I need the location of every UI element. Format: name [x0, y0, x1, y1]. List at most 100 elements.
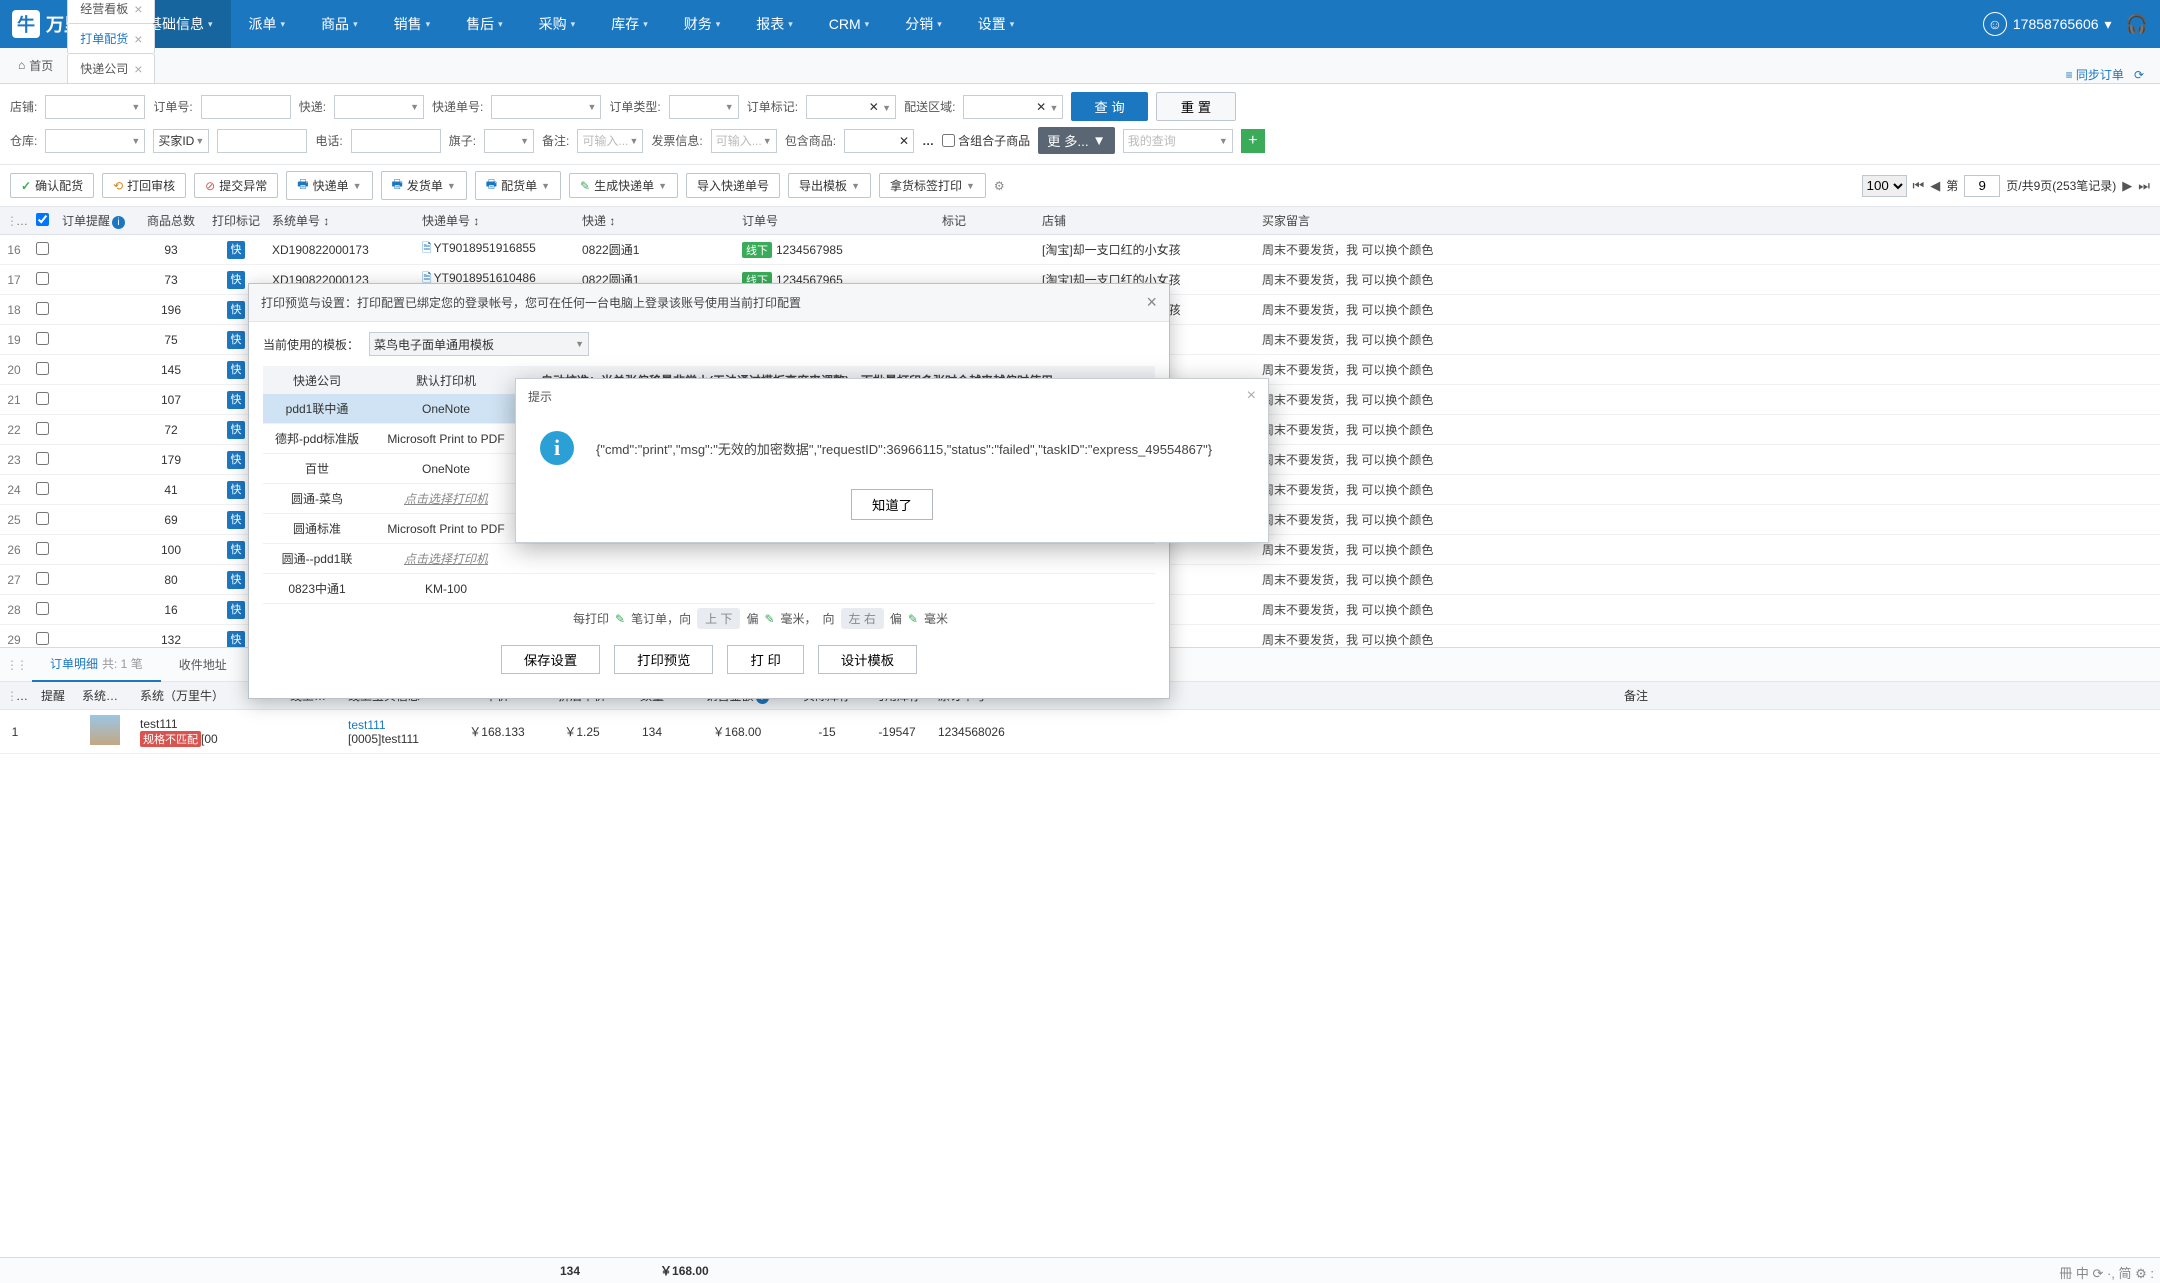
import-express-button[interactable]: 导入快递单号	[686, 173, 780, 198]
close-icon[interactable]: ×	[1247, 387, 1256, 405]
express-select[interactable]: ▼	[334, 95, 424, 119]
return-review-button[interactable]: ⟲打回审核	[102, 173, 186, 198]
printer-row[interactable]: 0823中通1KM-100	[263, 574, 1155, 604]
col-shop[interactable]: 店铺	[1036, 212, 1256, 229]
home-link[interactable]: ⌂ 首页	[8, 47, 63, 83]
next-page-icon[interactable]: ▶	[2122, 178, 2132, 194]
table-row[interactable]: 1693快XD190822000173🗎YT90189519168550822圆…	[0, 235, 2160, 265]
page-size-select[interactable]: 100	[1862, 175, 1907, 197]
row-checkbox[interactable]	[36, 572, 49, 585]
reset-button[interactable]: 重 置	[1156, 92, 1236, 121]
row-checkbox[interactable]	[36, 452, 49, 465]
nav-5[interactable]: 采购▾	[521, 0, 594, 48]
buyer-type-select[interactable]: 买家ID▼	[153, 129, 209, 153]
nav-8[interactable]: 报表▾	[738, 0, 811, 48]
tab[interactable]: 经营看板×	[67, 0, 155, 23]
ship-sheet-button[interactable]: 🖶发货单▼	[381, 171, 467, 200]
updown-toggle[interactable]: 上 下	[697, 608, 740, 629]
drag-handle-icon[interactable]	[0, 689, 30, 703]
row-checkbox[interactable]	[36, 602, 49, 615]
row-checkbox[interactable]	[36, 242, 49, 255]
row-checkbox[interactable]	[36, 632, 49, 645]
col-exp[interactable]: 快递 ↕	[576, 212, 736, 229]
first-page-icon[interactable]: ⏮	[1913, 178, 1925, 194]
user-menu[interactable]: ☺ 17858765606 ▾	[1983, 12, 2112, 36]
row-checkbox[interactable]	[36, 272, 49, 285]
printer-row[interactable]: 圆通--pdd1联点击选择打印机	[263, 544, 1155, 574]
col-expno[interactable]: 快递单号 ↕	[416, 212, 576, 229]
remark-input[interactable]: 可输入...▼	[577, 129, 643, 153]
col-mark[interactable]: 标记	[936, 212, 1036, 229]
headset-icon[interactable]: 🎧	[2126, 14, 2148, 35]
tmpl-select[interactable]: 菜鸟电子面单通用模板▼	[369, 332, 589, 356]
combo-checkbox[interactable]: 含组合子商品	[942, 132, 1030, 149]
flag-select[interactable]: ▼	[484, 129, 534, 153]
col-qty[interactable]: 商品总数	[136, 212, 206, 229]
nav-11[interactable]: 设置▾	[960, 0, 1033, 48]
col-msg[interactable]: 买家留言	[1256, 212, 2160, 229]
alert-ok-button[interactable]: 知道了	[851, 489, 933, 520]
myquery-select[interactable]: 我的查询▼	[1123, 129, 1233, 153]
nav-9[interactable]: CRM▾	[811, 0, 887, 48]
tab[interactable]: 打单配货×	[67, 23, 155, 53]
leftright-toggle[interactable]: 左 右	[841, 608, 884, 629]
nav-10[interactable]: 分销▾	[887, 0, 960, 48]
nav-4[interactable]: 售后▾	[448, 0, 521, 48]
drag-handle-icon[interactable]	[0, 214, 28, 228]
nav-6[interactable]: 库存▾	[593, 0, 666, 48]
row-checkbox[interactable]	[36, 332, 49, 345]
page-no-input[interactable]	[1964, 175, 2000, 197]
close-icon[interactable]: ×	[134, 61, 142, 77]
contain-select[interactable]: ✕	[844, 129, 914, 153]
warehouse-select[interactable]: ▼	[45, 129, 145, 153]
region-select[interactable]: ✕ ▼	[963, 95, 1063, 119]
row-checkbox[interactable]	[36, 422, 49, 435]
add-query-button[interactable]: +	[1241, 129, 1265, 153]
close-icon[interactable]: ×	[134, 31, 142, 47]
detail-row[interactable]: 1 test111 规格不匹配[00 test111 [0005]test111…	[0, 710, 2160, 754]
col-remind[interactable]: 订单提醒i	[56, 212, 136, 229]
tab-order-items[interactable]: 订单明细共: 1 笔	[32, 648, 161, 682]
phone-input[interactable]	[351, 129, 441, 153]
gen-express-button[interactable]: ✎生成快递单▼	[569, 173, 678, 198]
tab-address[interactable]: 收件地址	[161, 648, 245, 682]
tab[interactable]: 快递公司×	[67, 53, 155, 83]
gear-icon[interactable]	[994, 179, 1005, 193]
save-settings-button[interactable]: 保存设置	[501, 645, 600, 674]
col-pmark[interactable]: 打印标记	[206, 212, 266, 229]
nav-7[interactable]: 财务▾	[666, 0, 739, 48]
print-preview-button[interactable]: 打印预览	[614, 645, 713, 674]
row-checkbox[interactable]	[36, 482, 49, 495]
prev-page-icon[interactable]: ◀	[1930, 178, 1940, 194]
row-checkbox[interactable]	[36, 362, 49, 375]
buyer-input[interactable]	[217, 129, 307, 153]
query-button[interactable]: 查 询	[1071, 92, 1147, 121]
refresh-icon[interactable]: ⟳	[2134, 68, 2144, 82]
dist-sheet-button[interactable]: 🖶配货单▼	[475, 171, 561, 200]
design-tmpl-button[interactable]: 设计模板	[818, 645, 917, 674]
pick-print-button[interactable]: 拿货标签打印▼	[879, 173, 986, 198]
close-icon[interactable]: ×	[134, 1, 142, 17]
row-checkbox[interactable]	[36, 542, 49, 555]
export-tmpl-button[interactable]: 导出模板▼	[788, 173, 871, 198]
invoice-input[interactable]: 可输入...▼	[711, 129, 777, 153]
shop-select[interactable]: ▼	[45, 95, 145, 119]
order-no-input[interactable]	[201, 95, 291, 119]
row-checkbox[interactable]	[36, 392, 49, 405]
more-button[interactable]: 更 多...▼	[1038, 127, 1115, 154]
col-ordno[interactable]: 订单号	[736, 212, 936, 229]
row-checkbox[interactable]	[36, 512, 49, 525]
express-no-input[interactable]: ▼	[491, 95, 601, 119]
ellipsis-icon[interactable]: …	[922, 134, 934, 148]
last-page-icon[interactable]: ⏭	[2138, 178, 2150, 194]
nav-3[interactable]: 销售▾	[376, 0, 449, 48]
express-sheet-button[interactable]: 🖶快递单▼	[286, 171, 372, 200]
drag-handle-icon[interactable]	[0, 658, 32, 672]
nav-1[interactable]: 派单▾	[231, 0, 304, 48]
order-mark-select[interactable]: ✕ ▼	[806, 95, 896, 119]
row-checkbox[interactable]	[36, 302, 49, 315]
sync-orders-link[interactable]: ≡ 同步订单	[2066, 66, 2124, 83]
nav-2[interactable]: 商品▾	[303, 0, 376, 48]
order-type-select[interactable]: ▼	[669, 95, 739, 119]
col-sys[interactable]: 系统单号 ↕	[266, 212, 416, 229]
